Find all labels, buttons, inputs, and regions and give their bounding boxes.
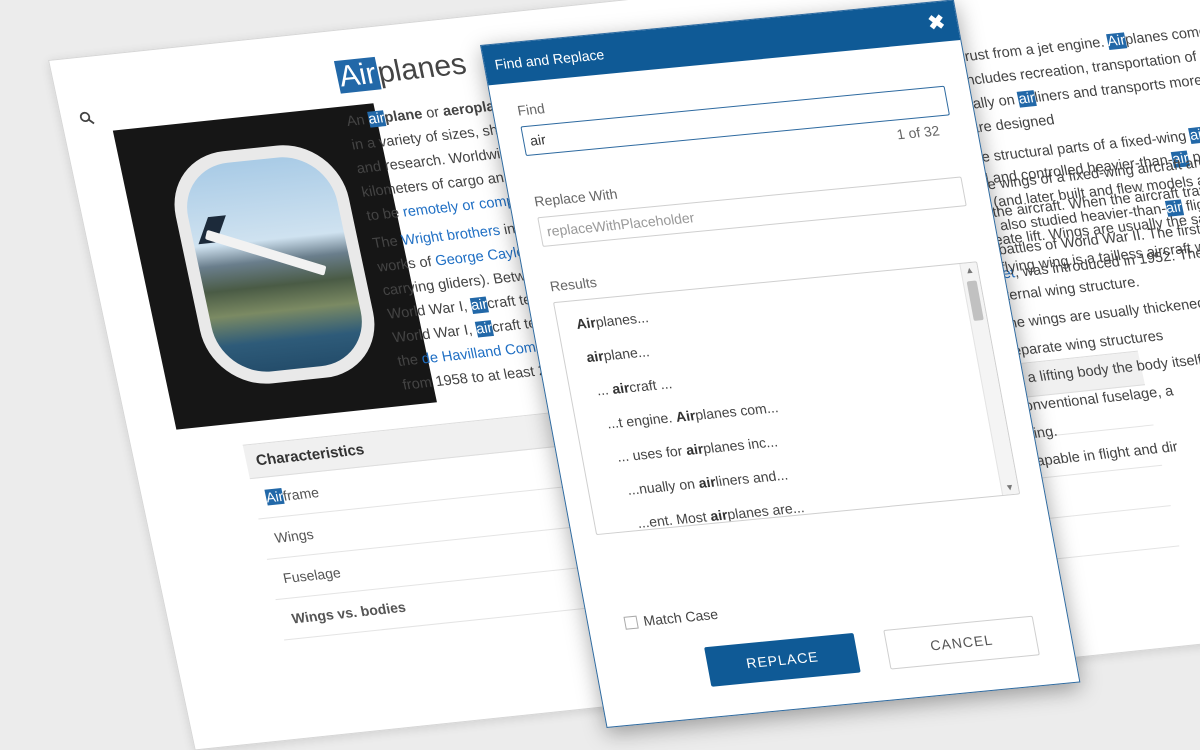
result-prefix: ...t engine. (605, 409, 678, 432)
find-label: Find (516, 100, 547, 119)
match-counter: 1 of 32 (895, 122, 941, 143)
result-suffix: liners and... (714, 466, 790, 490)
results-list: Airplanes... airplane...... aircraft ....… (552, 261, 1021, 536)
close-icon[interactable]: ✖ (926, 10, 947, 36)
row-label: Wings (272, 525, 316, 546)
replace-label: Replace With (532, 185, 619, 210)
text-run: to be (365, 204, 405, 225)
results-label: Results (548, 274, 599, 295)
result-suffix: planes are... (725, 499, 806, 523)
replace-button[interactable]: Replace (704, 632, 861, 687)
text-run: The (371, 233, 404, 252)
result-suffix: craft ... (627, 375, 674, 396)
match-case-checkbox[interactable] (623, 615, 639, 630)
search-icon[interactable] (78, 111, 95, 126)
row-label: frame (281, 484, 321, 504)
search-highlight: air (1188, 126, 1200, 144)
cancel-button[interactable]: Cancel (883, 615, 1040, 670)
row-label: Fuselage (281, 564, 343, 587)
chevron-down-icon[interactable]: ▼ (1001, 480, 1019, 495)
result-suffix: plane... (602, 343, 651, 364)
result-suffix: planes com... (693, 399, 780, 423)
text-run: plane (382, 106, 424, 127)
result-prefix: ... uses for (615, 442, 688, 465)
row-label: Wings vs. bodies (290, 598, 408, 627)
find-input[interactable] (520, 85, 950, 157)
dialog-title: Find and Replace (493, 46, 606, 73)
result-prefix: ...nually on (625, 475, 701, 498)
text-run: the (396, 351, 424, 370)
text-run: An (345, 111, 371, 130)
scroll-thumb[interactable] (966, 280, 984, 321)
match-case-option[interactable]: Match Case (623, 606, 719, 631)
result-suffix: planes... (594, 309, 650, 331)
chevron-up-icon[interactable]: ▲ (960, 262, 978, 277)
result-prefix: ...ent. Most (636, 508, 712, 532)
result-suffix: planes inc... (701, 433, 779, 457)
match-case-label: Match Case (642, 605, 720, 629)
page-title: Airplanes (333, 47, 470, 94)
text-run: planes come (1123, 23, 1200, 49)
text-run: works of (376, 253, 438, 276)
